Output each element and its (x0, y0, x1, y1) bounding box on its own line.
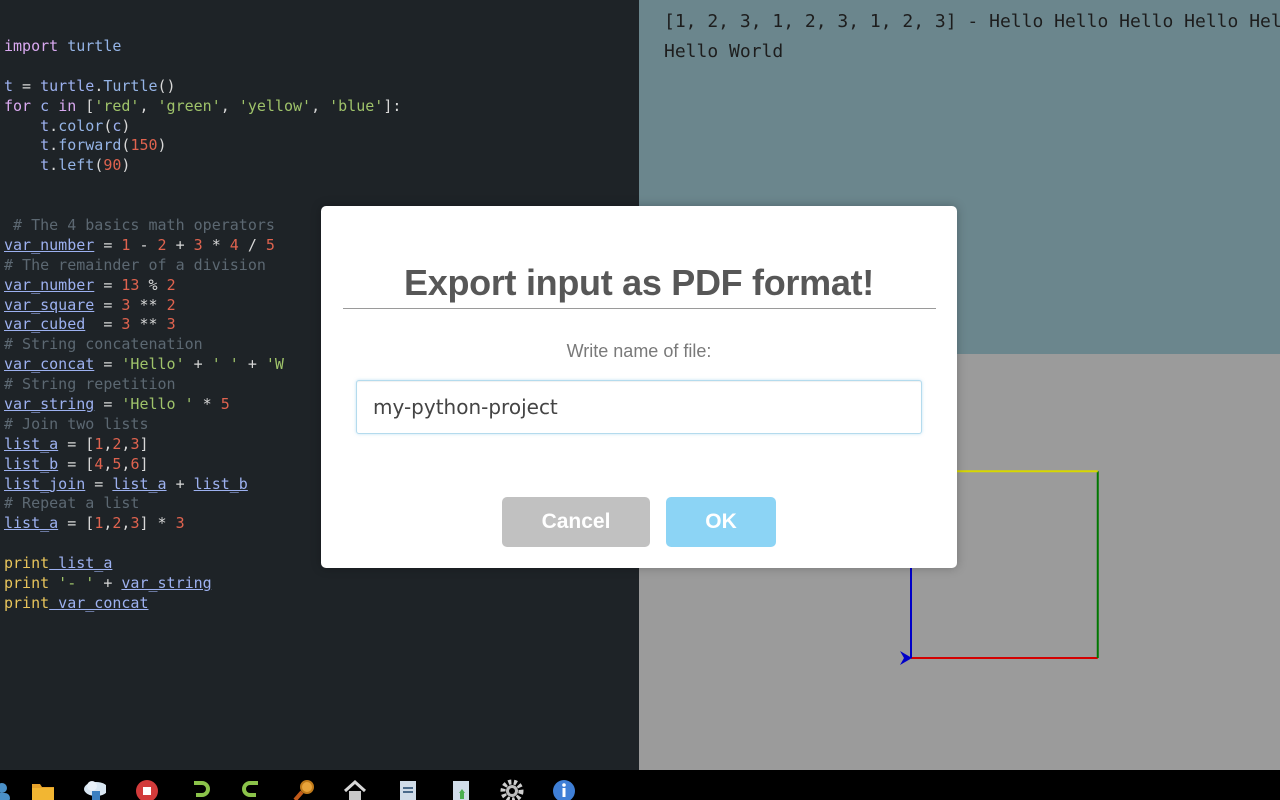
person-icon[interactable] (0, 779, 14, 800)
export-dialog: Export input as PDF format! Write name o… (321, 206, 957, 568)
cancel-button[interactable]: Cancel (502, 497, 650, 547)
filename-label: Write name of file: (566, 341, 712, 361)
ok-button[interactable]: OK (666, 497, 776, 547)
stop-icon[interactable] (135, 779, 159, 800)
undo-icon[interactable] (188, 779, 212, 800)
dialog-title: Export input as PDF format! (404, 262, 874, 303)
dialog-divider (343, 308, 936, 309)
bottom-toolbar (0, 770, 1280, 800)
redo-icon[interactable] (240, 779, 264, 800)
file-icon[interactable] (396, 779, 420, 800)
cloud-upload-icon[interactable] (82, 779, 106, 800)
folder-icon[interactable] (31, 779, 55, 800)
export-icon[interactable] (449, 779, 473, 800)
info-icon[interactable] (552, 779, 576, 800)
search-icon[interactable] (292, 779, 316, 800)
gear-icon[interactable] (500, 779, 524, 800)
filename-input[interactable] (356, 380, 922, 434)
home-icon[interactable] (343, 779, 367, 800)
